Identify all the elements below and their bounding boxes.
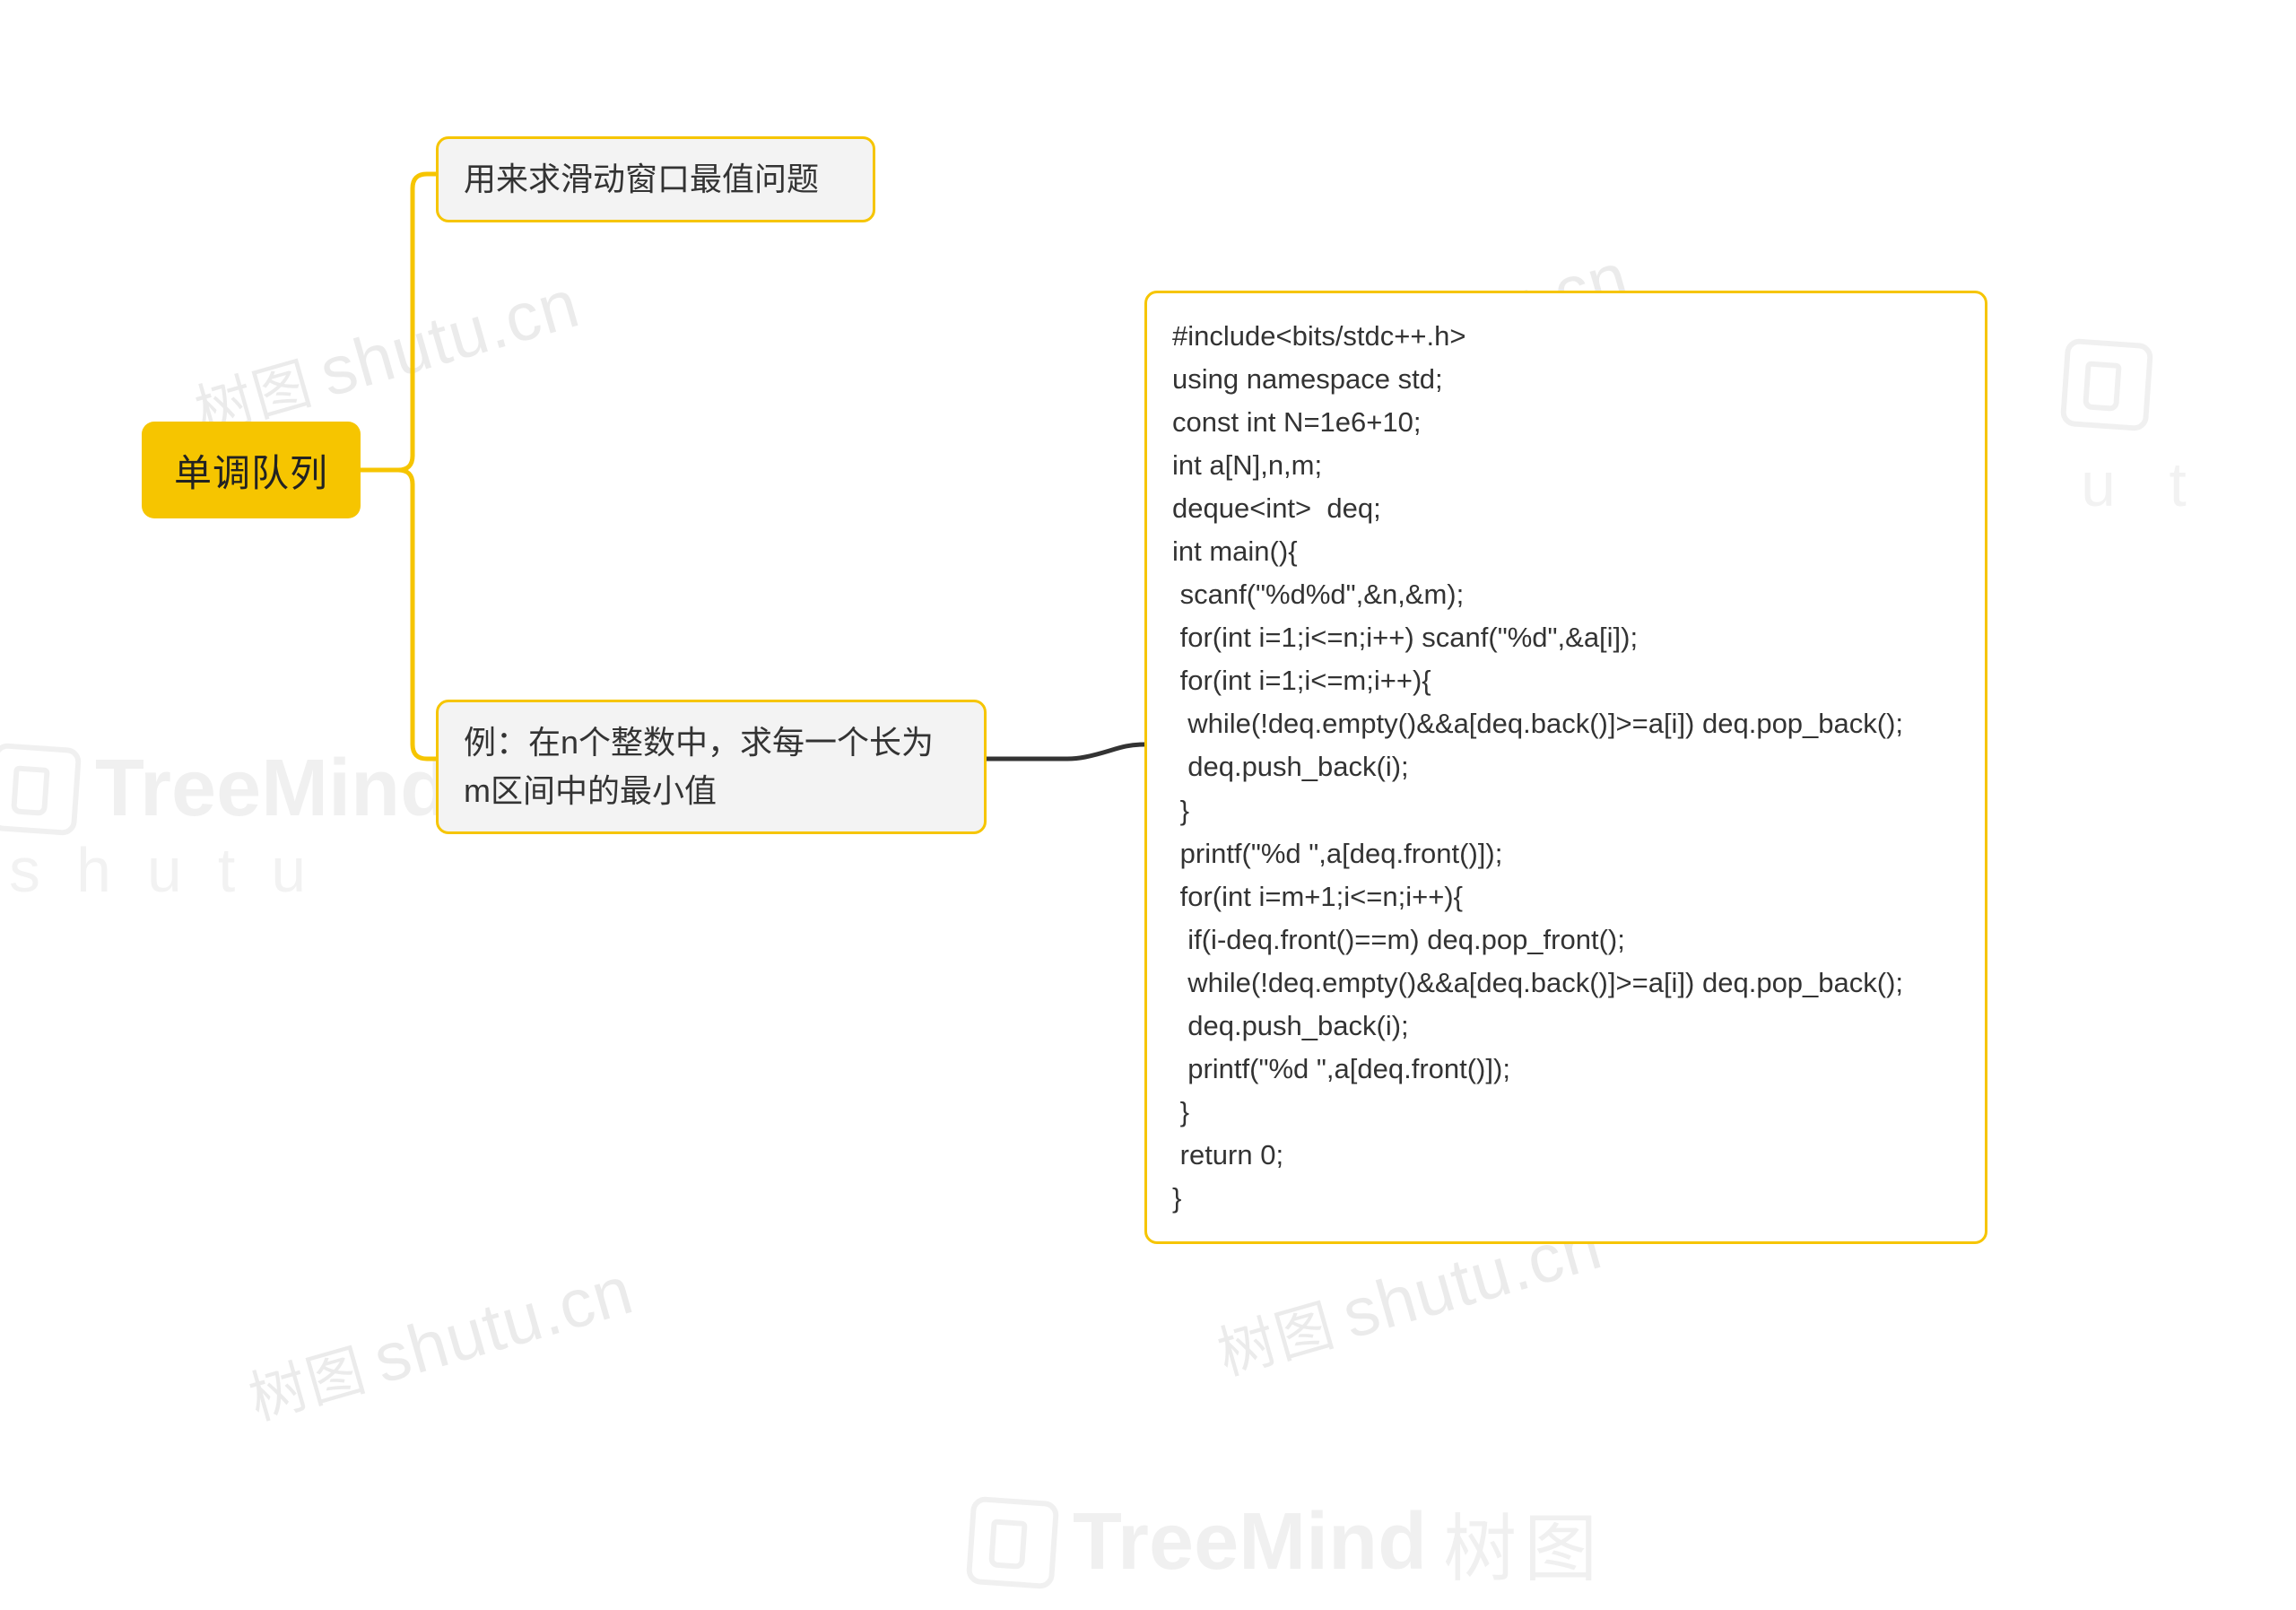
root-node[interactable]: 单调队列 [142,422,361,518]
child-node-sliding-window[interactable]: 用来求滑动窗口最值问题 [436,136,875,222]
watermark-icon [0,742,82,836]
root-label: 单调队列 [174,443,328,498]
watermark-icon [966,1495,1060,1589]
watermark-brand-text: TreeMind [95,743,449,835]
watermark-brand: TreeMind 树图 [969,1489,1605,1596]
watermark-cn: 树图 [1211,1292,1343,1388]
watermark-brand-text: TreeMind [1073,1496,1427,1588]
watermark-sub: u t [2081,448,2205,520]
code-node[interactable]: #include<bits/stdc++.h> using namespace … [1144,291,1987,1244]
watermark-icon [2060,338,2154,432]
node-label: 用来求滑动窗口最值问题 [464,161,819,197]
watermark-sub: shutu [9,834,342,906]
node-label: 例：在n个整数中，求每一个长为m区间中的最小值 [464,724,934,809]
child-node-example[interactable]: 例：在n个整数中，求每一个长为m区间中的最小值 [436,700,987,834]
code-content: #include<bits/stdc++.h> using namespace … [1172,320,1903,1214]
watermark-brand [2063,341,2151,429]
watermark-brand-zh: 树图 [1443,1489,1605,1596]
watermark-cn: 树图 [242,1337,374,1432]
watermark-en: shutu.cn [312,265,587,412]
watermark: 树图shutu.cn [239,1248,642,1436]
watermark-en: shutu.cn [366,1252,641,1398]
